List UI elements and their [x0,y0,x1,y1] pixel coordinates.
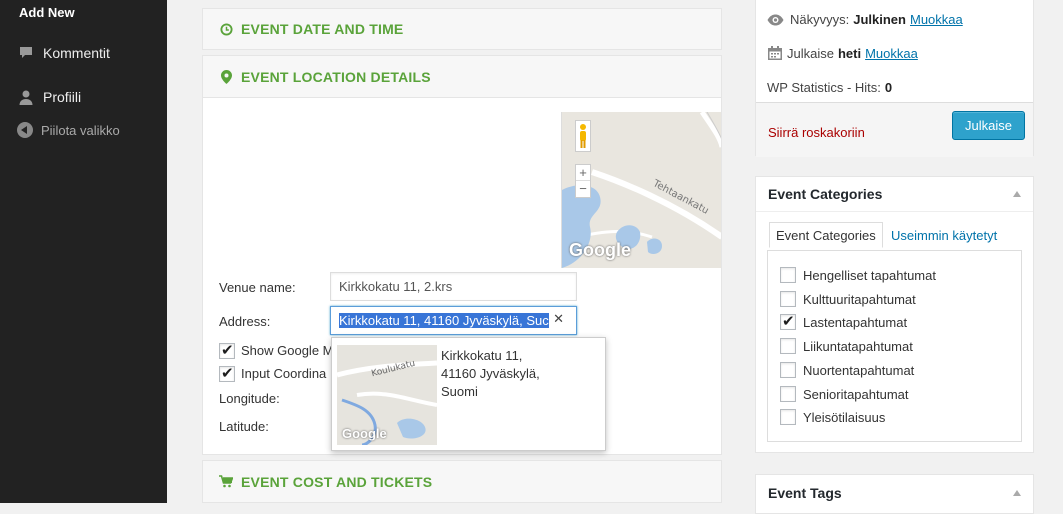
address-input[interactable]: Kirkkokatu 11, 41160 Jyväskylä, Suc ✕ [330,306,577,335]
venue-map[interactable]: Tehtaankatu + − Google [561,112,721,268]
section-title: EVENT COST AND TICKETS [241,473,433,490]
sidebar-item-profile[interactable]: Profiili [17,88,81,106]
address-input-value: Kirkkokatu 11, 41160 Jyväskylä, Suc [339,313,549,328]
collapse-menu-label: Piilota valikko [41,122,120,138]
event-date-time-box: EVENT DATE AND TIME [202,8,722,50]
categories-title: Event Categories [768,186,883,202]
longitude-label: Longitude: [219,391,280,406]
category-label: Hengelliset tapahtumat [803,268,936,283]
thumb-google-logo: Google [342,426,387,441]
zoom-in-button[interactable]: + [576,165,590,181]
category-label: Kulttuuritapahtumat [803,291,916,307]
publish-time-value: heti [837,45,862,61]
address-label: Address: [219,314,271,329]
venue-name-input[interactable]: Kirkkokatu 11, 2.krs [330,272,577,301]
publish-time-label: Julkaise [787,45,834,61]
show-google-map-checkbox[interactable] [219,341,235,359]
suggestion-map-thumbnail: Koulukatu Google [337,345,437,445]
category-checkbox[interactable] [780,409,796,426]
category-label: Nuortentapahtumat [803,362,915,378]
collapse-arrow-icon[interactable] [1013,490,1021,496]
divider [756,211,1033,212]
map-marker-icon [219,69,233,84]
publish-actions: Siirrä roskakoriin Julkaise [756,102,1033,157]
sidebar-item-comments[interactable]: Kommentit [17,44,110,62]
visibility-value: Julkinen [853,12,906,27]
tags-title: Event Tags [768,485,842,501]
event-cost-box: EVENT COST AND TICKETS [202,460,722,503]
event-date-time-header[interactable]: EVENT DATE AND TIME [203,9,721,49]
publish-box: Näkyvyys: Julkinen Muokkaa Julkaise heti… [755,0,1034,157]
admin-sidebar: Add New Kommentit Profiili Piilota valik… [0,0,167,503]
zoom-out-button[interactable]: − [576,181,590,197]
category-label: Lastentapahtumat [803,315,908,331]
category-checkbox[interactable] [780,385,796,402]
sidebar-item-label: Kommentit [43,45,110,61]
venue-name-label: Venue name: [219,280,296,295]
clock-icon [219,22,233,36]
edit-publish-time-link[interactable]: Muokkaa [865,46,918,61]
collapse-arrow-icon [17,122,33,138]
category-checkbox[interactable] [780,267,796,283]
suggestion-address[interactable]: Kirkkokatu 11, 41160 Jyväskylä, Suomi [441,347,540,401]
stats-value: 0 [884,80,893,95]
eye-icon [767,14,784,26]
pegman-icon[interactable] [575,120,591,152]
visibility-label: Näkyvyys: [790,12,850,27]
address-suggestion-dropdown: Koulukatu Google Kirkkokatu 11, 41160 Jy… [331,337,606,451]
edit-visibility-link[interactable]: Muokkaa [910,12,963,27]
cart-icon [219,475,233,488]
publish-button[interactable]: Julkaise [952,111,1025,140]
category-label: Senioritapahtumat [803,386,909,402]
category-list: Hengelliset tapahtumat Kulttuuritapahtuma… [767,250,1022,442]
tab-most-used[interactable]: Useimmin käytetyt [885,222,1003,248]
collapse-menu-button[interactable]: Piilota valikko [17,122,120,138]
wp-statistics-row: WP Statistics - Hits: 0 [767,80,896,95]
visibility-row: Näkyvyys: Julkinen Muokkaa [767,12,963,27]
category-checkbox[interactable] [780,312,796,331]
google-logo: Google [569,240,631,260]
section-title: EVENT LOCATION DETAILS [241,68,431,85]
sidebar-item-add-new[interactable]: Add New [19,5,75,20]
category-label: Yleisötilaisuus [803,410,886,426]
category-label: Liikuntatapahtumat [803,339,913,355]
tab-all-categories[interactable]: Event Categories [769,222,883,248]
event-tags-box: Event Tags [755,474,1034,514]
event-cost-header[interactable]: EVENT COST AND TICKETS [203,461,721,502]
suggestion-line: Kirkkokatu 11, [441,348,523,363]
suggestion-line: Suomi [441,384,478,399]
event-categories-box: Event Categories Event Categories Useimm… [755,176,1034,453]
move-to-trash-link[interactable]: Siirrä roskakoriin [768,125,865,140]
event-location-header[interactable]: EVENT LOCATION DETAILS [203,56,721,98]
input-coordinates-label: Input Coordina [241,366,327,381]
collapse-arrow-icon[interactable] [1013,191,1021,197]
category-checkbox[interactable] [780,290,796,307]
stats-label: WP Statistics - Hits: [767,80,881,95]
user-icon [17,88,35,106]
comment-icon [17,44,35,62]
suggestion-line: 41160 Jyväskylä, [441,366,540,381]
input-coordinates-checkbox[interactable] [219,364,235,382]
clear-address-icon[interactable]: ✕ [553,312,564,327]
calendar-icon [767,45,783,61]
map-zoom-control: + − [575,164,591,198]
publish-time-row: Julkaise heti Muokkaa [767,45,918,61]
latitude-label: Latitude: [219,419,269,434]
sidebar-item-label: Profiili [43,89,82,105]
show-google-map-label: Show Google M [241,343,334,358]
category-checkbox[interactable] [780,338,796,355]
section-title: EVENT DATE AND TIME [241,21,404,37]
category-checkbox[interactable] [780,361,796,378]
